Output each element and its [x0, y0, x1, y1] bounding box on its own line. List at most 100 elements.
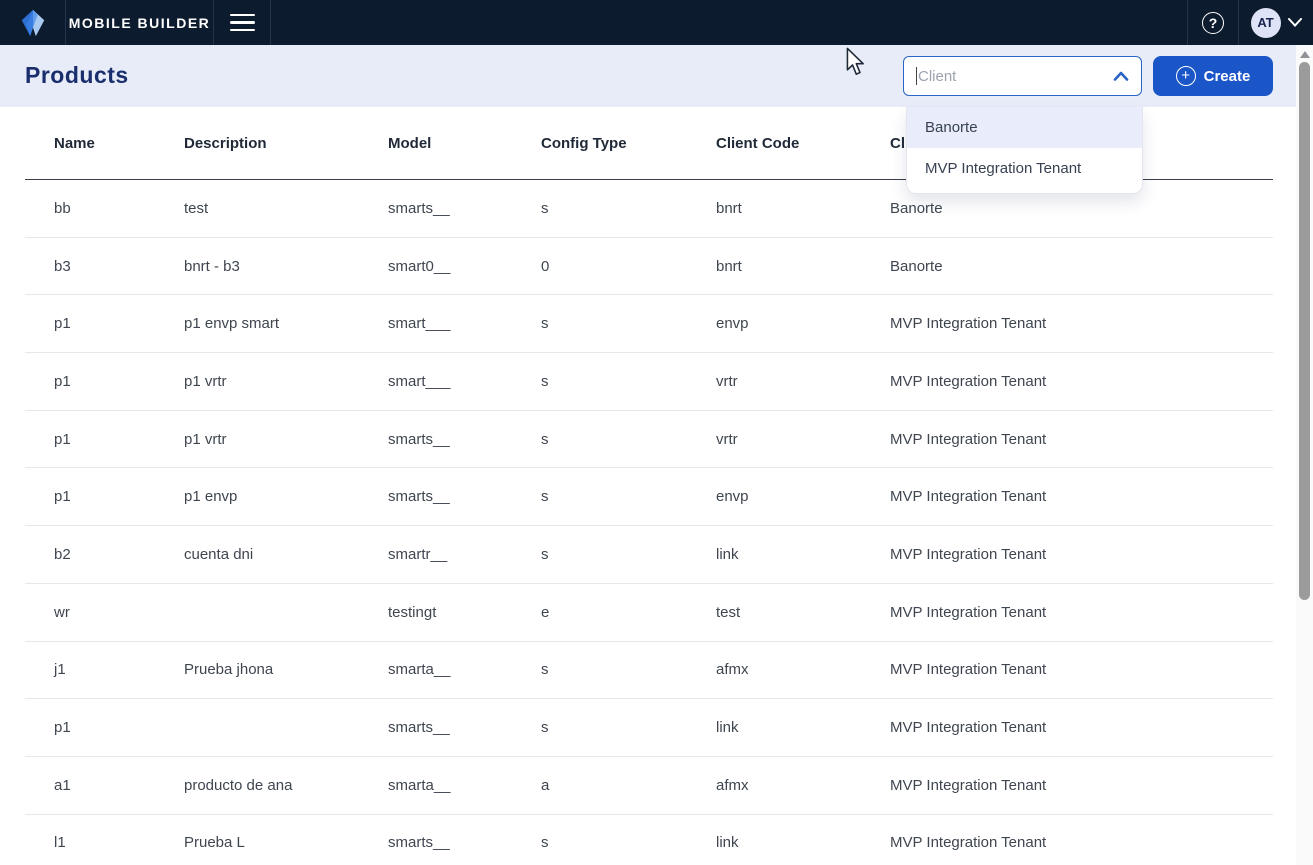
- cell-config-type: s: [512, 488, 687, 505]
- cell-model: smarts__: [359, 488, 512, 505]
- dropdown-option-mvp-integration-tenant[interactable]: MVP Integration Tenant: [907, 148, 1142, 189]
- table-row[interactable]: p1 smarts__ s link MVP Integration Tenan…: [25, 699, 1273, 757]
- cell-config-type: s: [512, 719, 687, 736]
- table-row[interactable]: p1 p1 envp smarts__ s envp MVP Integrati…: [25, 468, 1273, 526]
- client-filter-input[interactable]: Client: [903, 56, 1142, 96]
- cell-client: MVP Integration Tenant: [861, 373, 1273, 390]
- cell-name: p1: [25, 315, 155, 332]
- cell-client-code: link: [687, 546, 861, 563]
- cell-description: p1 envp smart: [155, 315, 359, 332]
- cell-name: p1: [25, 488, 155, 505]
- cell-model: smarts__: [359, 834, 512, 851]
- logo-icon: [18, 8, 48, 38]
- create-button-label: Create: [1204, 68, 1251, 85]
- cell-description: cuenta dni: [155, 546, 359, 563]
- cell-config-type: s: [512, 834, 687, 851]
- app-logo[interactable]: [0, 0, 65, 45]
- cell-client: MVP Integration Tenant: [861, 546, 1273, 563]
- page-header-bar: Products Client + Create: [0, 45, 1313, 107]
- cell-description: test: [155, 200, 359, 217]
- cell-name: p1: [25, 373, 155, 390]
- scroll-up-arrow-icon[interactable]: [1300, 51, 1310, 58]
- cell-name: bb: [25, 200, 155, 217]
- cell-client-code: envp: [687, 315, 861, 332]
- table-row[interactable]: wr testingt e test MVP Integration Tenan…: [25, 584, 1273, 642]
- avatar: AT: [1251, 8, 1281, 38]
- cell-name: a1: [25, 777, 155, 794]
- chevron-down-icon: [1288, 18, 1302, 27]
- cell-description: Prueba jhona: [155, 661, 359, 678]
- cell-client: Banorte: [861, 258, 1273, 275]
- plus-circle-icon: +: [1176, 66, 1196, 86]
- column-header-description: Description: [155, 135, 359, 152]
- account-menu[interactable]: AT: [1239, 0, 1313, 45]
- cell-model: smarts__: [359, 200, 512, 217]
- cell-description: p1 envp: [155, 488, 359, 505]
- client-filter-placeholder: Client: [918, 68, 1113, 85]
- column-header-name: Name: [25, 135, 155, 152]
- products-table: Name Description Model Config Type Clien…: [25, 107, 1273, 865]
- cell-client: MVP Integration Tenant: [861, 604, 1273, 621]
- cell-client-code: envp: [687, 488, 861, 505]
- cell-client-code: link: [687, 834, 861, 851]
- cell-name: p1: [25, 719, 155, 736]
- cell-model: smarts__: [359, 719, 512, 736]
- cell-client: Banorte: [861, 200, 1273, 217]
- cell-config-type: a: [512, 777, 687, 794]
- cell-model: smart0__: [359, 258, 512, 275]
- cell-config-type: s: [512, 431, 687, 448]
- cell-config-type: s: [512, 546, 687, 563]
- table-row[interactable]: p1 p1 vrtr smart___ s vrtr MVP Integrati…: [25, 353, 1273, 411]
- table-row[interactable]: b2 cuenta dni smartr__ s link MVP Integr…: [25, 526, 1273, 584]
- cell-client: MVP Integration Tenant: [861, 719, 1273, 736]
- cell-config-type: s: [512, 200, 687, 217]
- column-header-config-type: Config Type: [512, 135, 687, 152]
- scrollbar-thumb[interactable]: [1299, 62, 1310, 600]
- table-row[interactable]: a1 producto de ana smarta__ a afmx MVP I…: [25, 757, 1273, 815]
- table-row[interactable]: p1 p1 vrtr smarts__ s vrtr MVP Integrati…: [25, 411, 1273, 469]
- vertical-scrollbar: [1296, 45, 1313, 865]
- cell-client: MVP Integration Tenant: [861, 661, 1273, 678]
- cell-client-code: test: [687, 604, 861, 621]
- cell-client-code: bnrt: [687, 200, 861, 217]
- dropdown-option-banorte[interactable]: Banorte: [907, 107, 1142, 148]
- cell-client-code: afmx: [687, 777, 861, 794]
- table-row[interactable]: j1 Prueba jhona smarta__ s afmx MVP Inte…: [25, 642, 1273, 700]
- cell-model: smartr__: [359, 546, 512, 563]
- column-header-model: Model: [359, 135, 512, 152]
- cell-model: smarts__: [359, 431, 512, 448]
- cell-description: p1 vrtr: [155, 431, 359, 448]
- cell-model: testingt: [359, 604, 512, 621]
- text-caret: [916, 67, 917, 85]
- cell-client-code: bnrt: [687, 258, 861, 275]
- client-dropdown-panel: Banorte MVP Integration Tenant: [906, 107, 1143, 194]
- page-title: Products: [25, 62, 129, 89]
- cell-client-code: vrtr: [687, 373, 861, 390]
- help-button[interactable]: ?: [1188, 0, 1238, 45]
- table-row[interactable]: b3 bnrt - b3 smart0__ 0 bnrt Banorte: [25, 238, 1273, 296]
- cell-config-type: s: [512, 661, 687, 678]
- cell-model: smarta__: [359, 661, 512, 678]
- cell-client: MVP Integration Tenant: [861, 315, 1273, 332]
- cell-config-type: s: [512, 315, 687, 332]
- cell-name: j1: [25, 661, 155, 678]
- cell-client-code: link: [687, 719, 861, 736]
- top-navbar: MOBILE BUILDER ? AT: [0, 0, 1313, 45]
- table-row[interactable]: l1 Prueba L smarts__ s link MVP Integrat…: [25, 815, 1273, 865]
- cell-model: smart___: [359, 315, 512, 332]
- cell-name: p1: [25, 431, 155, 448]
- cell-client-code: vrtr: [687, 431, 861, 448]
- cell-client: MVP Integration Tenant: [861, 777, 1273, 794]
- menu-button[interactable]: [214, 0, 270, 45]
- create-button[interactable]: + Create: [1153, 56, 1273, 96]
- cell-name: l1: [25, 834, 155, 851]
- cell-description: Prueba L: [155, 834, 359, 851]
- cell-name: wr: [25, 604, 155, 621]
- table-row[interactable]: p1 p1 envp smart smart___ s envp MVP Int…: [25, 295, 1273, 353]
- chevron-up-icon: [1113, 71, 1129, 81]
- cell-config-type: s: [512, 373, 687, 390]
- cell-model: smart___: [359, 373, 512, 390]
- hamburger-icon: [230, 14, 255, 32]
- cell-name: b3: [25, 258, 155, 275]
- cell-client: MVP Integration Tenant: [861, 488, 1273, 505]
